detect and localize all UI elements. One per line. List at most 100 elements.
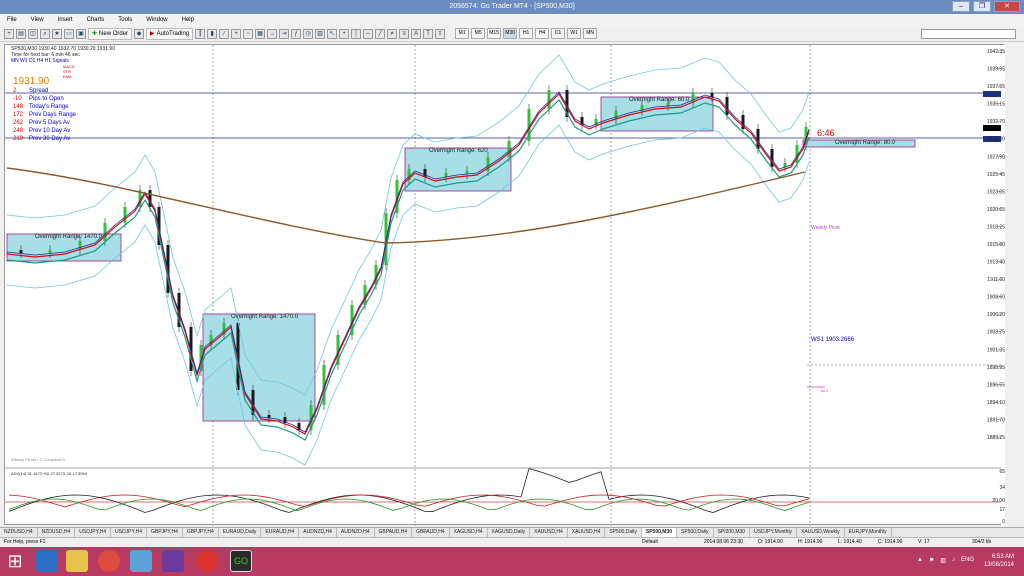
market-watch-icon[interactable]: ◫	[28, 28, 38, 39]
price-axis-label: 1889.25	[987, 435, 1005, 441]
ema-short	[6, 91, 810, 433]
chart-tab[interactable]: USDJPY,H4	[75, 528, 112, 537]
file-explorer-icon[interactable]	[66, 550, 88, 572]
chart-window[interactable]: 1942.35 1939.95 1937.55 1935.15 1932.70 1930.…	[4, 44, 1005, 526]
cursor-icon[interactable]: ↖	[327, 28, 338, 39]
autotrading-button[interactable]: ▶ AutoTrading	[146, 27, 194, 40]
close-button[interactable]: ✕	[994, 1, 1020, 12]
chart-tab[interactable]: SP500,Daily	[605, 528, 642, 537]
chart-tab[interactable]: XAUUSD,H4	[568, 528, 606, 537]
tf-h4[interactable]: H4	[535, 28, 550, 39]
price-axis-label: 1942.35	[987, 49, 1005, 55]
tray-volume-icon[interactable]: ♪	[952, 557, 955, 564]
restore-button[interactable]: ❐	[973, 1, 991, 12]
new-chart-icon[interactable]: +	[4, 28, 14, 39]
chart-tab[interactable]: EURJPY,Monthly	[845, 528, 892, 537]
menu-view[interactable]: View	[24, 17, 51, 23]
indicator-axis-label: 20.00	[992, 498, 1005, 504]
metatrader-icon[interactable]: GO	[230, 550, 252, 572]
horizontal-line-icon[interactable]: ─	[363, 28, 374, 39]
tray-flag-icon[interactable]: ⚑	[929, 557, 934, 564]
price-axis-label: 1913.40	[987, 260, 1005, 266]
zoom-out-icon[interactable]: −	[243, 28, 254, 39]
chart-tab[interactable]: XAGUSD,Daily	[488, 528, 531, 537]
tf-mn[interactable]: MN	[583, 28, 598, 39]
chart-tab[interactable]: GBPAUD,H4	[375, 528, 413, 537]
terminal-icon[interactable]: ▭	[64, 28, 74, 39]
chart-tab[interactable]: AUDNZD,H4	[299, 528, 337, 537]
tf-w1[interactable]: W1	[567, 28, 582, 39]
chart-tab[interactable]: XAGUSD,H4	[450, 528, 488, 537]
navigator-icon[interactable]: ★	[52, 28, 62, 39]
tf-m5[interactable]: M5	[471, 28, 486, 39]
label-icon[interactable]: T	[423, 28, 434, 39]
arrows-icon[interactable]: ⇧	[435, 28, 446, 39]
chart-tab[interactable]: XAUUSD,Weekly	[797, 528, 845, 537]
tray-arrow-icon[interactable]: ▲	[917, 557, 923, 564]
app-icon[interactable]	[130, 550, 152, 572]
periods-icon[interactable]: ◷	[303, 28, 314, 39]
autoscroll-icon[interactable]: →	[267, 28, 278, 39]
internet-explorer-icon[interactable]	[36, 550, 58, 572]
chart-tab[interactable]: USDJPY,Monthly	[750, 528, 798, 537]
tf-h1[interactable]: H1	[519, 28, 534, 39]
chart-tab[interactable]: SP500,M30	[641, 528, 678, 537]
templates-icon[interactable]: ▥	[315, 28, 326, 39]
chart-tab[interactable]: GBPAUD,H4	[412, 528, 450, 537]
app-icon[interactable]	[162, 550, 184, 572]
vertical-line-icon[interactable]: │	[351, 28, 362, 39]
info-label: Prev 5 Days Av	[29, 120, 70, 126]
chart-tab[interactable]: GBPJPY,H4	[147, 528, 183, 537]
chart-tab[interactable]: NZDUSD,H4	[38, 528, 76, 537]
search-input[interactable]	[921, 29, 1016, 39]
price-axis-label: 1891.70	[987, 417, 1005, 423]
bar-chart-icon[interactable]: ┃	[195, 28, 206, 39]
menu-charts[interactable]: Charts	[80, 17, 112, 23]
tf-d1[interactable]: D1	[551, 28, 566, 39]
status-volume: V: 17	[918, 539, 930, 545]
new-order-button[interactable]: ✚ New Order	[88, 27, 133, 40]
chart-tab[interactable]: NZDUSD,H4	[0, 528, 38, 537]
tile-icon[interactable]: ▦	[255, 28, 266, 39]
menu-tools[interactable]: Tools	[111, 17, 139, 23]
crosshair-icon[interactable]: +	[339, 28, 350, 39]
candle-chart-icon[interactable]: ▮	[207, 28, 218, 39]
tray-network-icon[interactable]: ▥	[940, 557, 946, 564]
chart-tab[interactable]: XAUUSD,H4	[530, 528, 568, 537]
chart-tab[interactable]: USDJPY,H4	[111, 528, 147, 537]
line-chart-icon[interactable]: ∕	[219, 28, 230, 39]
trendline-icon[interactable]: ╱	[375, 28, 386, 39]
overnight-label: Overnight Range: 1470.0	[35, 234, 103, 240]
taskbar-clock[interactable]: 6:53 AM 13/08/2014	[984, 553, 1014, 569]
chart-tab[interactable]: SP500,Daily	[677, 528, 714, 537]
metaeditor-icon[interactable]: ◆	[134, 28, 145, 39]
fibo-icon[interactable]: ≡	[399, 28, 410, 39]
menu-help[interactable]: Help	[175, 17, 201, 23]
indicators-icon[interactable]: ƒ	[291, 28, 302, 39]
tf-m1[interactable]: M1	[455, 28, 470, 39]
zoom-in-icon[interactable]: +	[231, 28, 242, 39]
menu-window[interactable]: Window	[139, 17, 174, 23]
app-icon[interactable]	[196, 550, 218, 572]
tf-m30[interactable]: M30	[503, 28, 518, 39]
data-window-icon[interactable]: ⌕	[40, 28, 50, 39]
chart-shift-icon[interactable]: ⇥	[279, 28, 290, 39]
chart-tab[interactable]: EURAUD,H4	[261, 528, 300, 537]
chart-tab[interactable]: SPI200,M30	[714, 528, 751, 537]
status-datetime: 2014.08.06 23:30	[704, 539, 743, 545]
chart-tab[interactable]: AUDNZD,H4	[337, 528, 375, 537]
start-button[interactable]: ⊞	[4, 550, 26, 572]
chart-tab[interactable]: EURAUD,Daily	[219, 528, 262, 537]
text-icon[interactable]: A	[411, 28, 422, 39]
channel-icon[interactable]: ≠	[387, 28, 398, 39]
menu-insert[interactable]: Insert	[51, 17, 80, 23]
status-high: H: 1914.90	[798, 539, 823, 545]
minimize-button[interactable]: –	[952, 1, 970, 12]
chart-tab[interactable]: GBPJPY,H4	[183, 528, 219, 537]
language-indicator[interactable]: ENG	[961, 557, 974, 564]
tester-icon[interactable]: ▣	[76, 28, 86, 39]
chrome-icon[interactable]	[98, 550, 120, 572]
menu-file[interactable]: File	[0, 17, 24, 23]
profiles-icon[interactable]: ▤	[16, 28, 26, 39]
tf-m15[interactable]: M15	[487, 28, 502, 39]
